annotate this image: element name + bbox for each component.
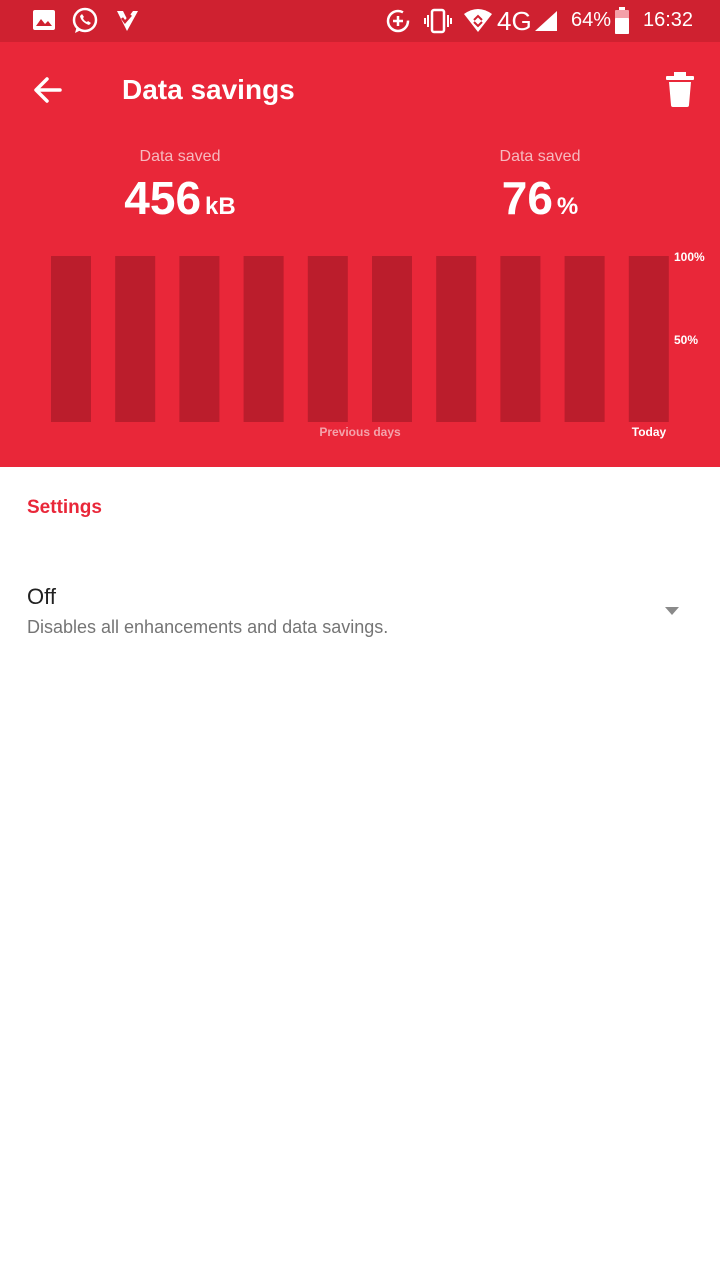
chart-bar <box>500 256 541 422</box>
chart-bar <box>564 256 605 422</box>
battery-percent: 64% <box>571 9 612 31</box>
dropdown-arrow-icon <box>665 607 679 615</box>
stat-label: Data saved <box>139 148 221 165</box>
y-tick-label: 50% <box>674 333 698 347</box>
chart-bar <box>436 256 477 422</box>
check-icon <box>117 11 138 31</box>
x-label-today: Today <box>632 425 667 439</box>
data-savings-header: Data savings Data saved 456 kB Data saved… <box>0 42 720 467</box>
mode-value: Off <box>27 584 56 609</box>
data-saved-amount: Data saved 456 kB <box>50 148 310 231</box>
settings-section-title: Settings <box>27 497 102 518</box>
chart-bar <box>628 256 669 422</box>
stat-unit: kB <box>205 193 236 220</box>
chart-bar <box>307 256 348 422</box>
chart-bar <box>115 256 156 422</box>
network-type: 4G <box>497 6 532 36</box>
data-saved-percent: Data saved 76% <box>410 148 670 231</box>
clock: 16:32 <box>643 9 694 31</box>
mode-description: Disables all enhancements and data savin… <box>27 617 389 637</box>
battery-icon <box>615 7 629 34</box>
vibrate-icon <box>424 8 452 34</box>
arrow-back-icon[interactable] <box>28 70 68 110</box>
stat-value: 76 <box>501 172 553 224</box>
whatsapp-icon <box>72 7 98 33</box>
wifi-icon <box>464 9 492 32</box>
gallery-icon <box>33 10 55 30</box>
chart-bar <box>51 256 91 422</box>
data-savings-chart: 100% 50% Previous days Today <box>51 250 705 439</box>
status-bar: 4G 64% 16:32 <box>0 0 720 42</box>
y-tick-label: 100% <box>674 250 705 264</box>
app-root: 4G 64% 16:32 Data savings Data saved 456… <box>0 0 720 1280</box>
page-title: Data savings <box>122 74 295 105</box>
data-savings-mode-dropdown[interactable]: Off Disables all enhancements and data s… <box>0 572 720 652</box>
chart-bar <box>179 256 220 422</box>
signal-icon <box>535 11 557 31</box>
stat-unit: % <box>556 193 579 220</box>
trash-icon[interactable] <box>662 68 698 108</box>
stat-label: Data saved <box>499 148 581 165</box>
chart-bar <box>372 256 412 422</box>
stat-value: 456 <box>124 172 202 224</box>
chart-bar <box>243 256 284 422</box>
x-label-previous-days: Previous days <box>319 425 401 439</box>
data-saver-icon <box>386 9 410 33</box>
